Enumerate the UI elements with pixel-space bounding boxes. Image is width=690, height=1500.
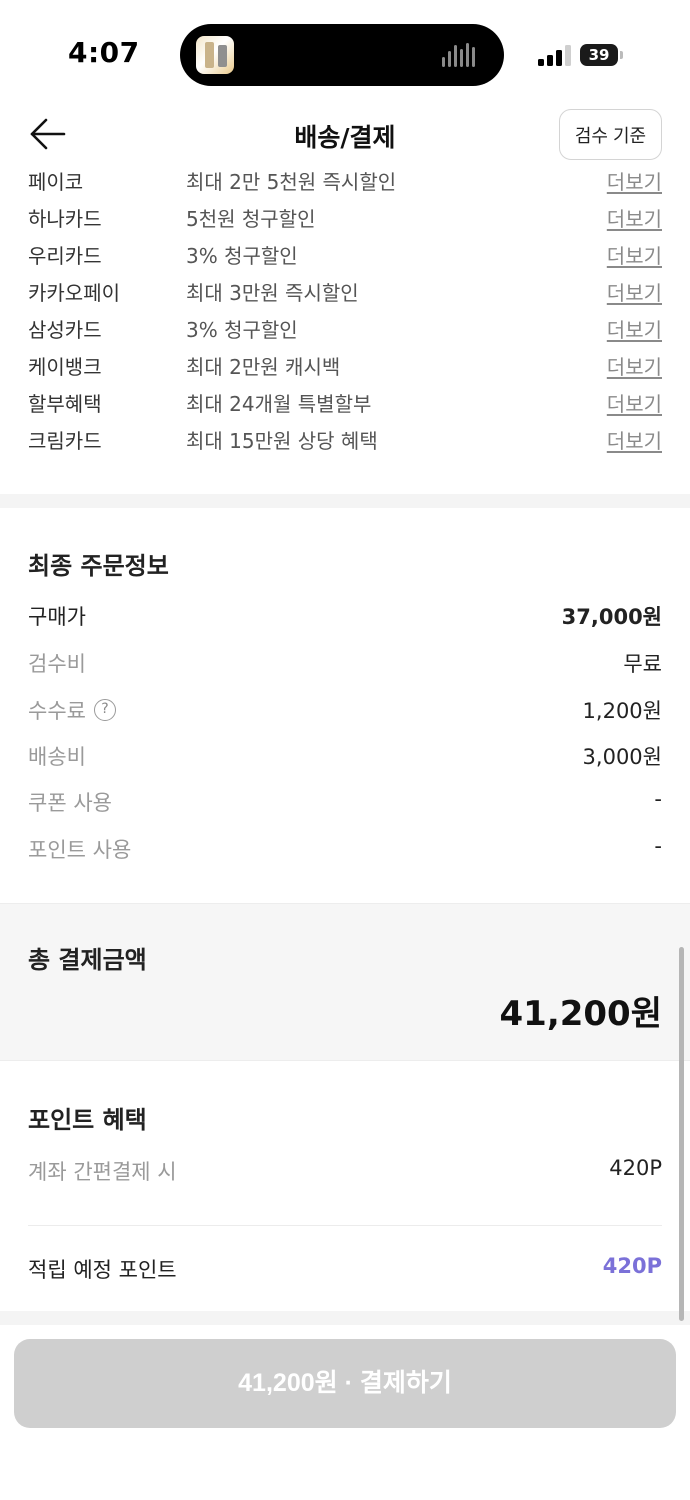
status-bar: 4:07 39 xyxy=(0,0,690,100)
benefit-description: 최대 2만원 캐시백 xyxy=(186,355,341,379)
points-row-label: 계좌 간편결제 시 xyxy=(28,1160,177,1184)
help-question-icon[interactable]: ? xyxy=(93,699,116,721)
benefit-description: 최대 15만원 상당 혜택 xyxy=(186,429,378,453)
benefit-name: 우리카드 xyxy=(28,244,102,268)
benefit-more-link[interactable]: 더보기 xyxy=(607,388,662,417)
order-row-label-wrap: 수수료 ? xyxy=(28,695,116,725)
benefit-more-link[interactable]: 더보기 xyxy=(607,166,662,195)
benefit-description: 최대 2만 5천원 즉시할인 xyxy=(186,170,397,194)
benefit-more-link[interactable]: 더보기 xyxy=(607,203,662,232)
order-row-value: 1,200원 xyxy=(582,699,662,723)
order-row-commission: 수수료 ? 1,200원 xyxy=(0,695,690,729)
benefit-more-link[interactable]: 더보기 xyxy=(607,314,662,343)
benefit-name: 삼성카드 xyxy=(28,318,102,342)
cellular-signal-icon xyxy=(538,44,572,66)
total-payment-amount: 41,200원 xyxy=(499,994,662,1034)
audio-waveform-icon xyxy=(442,43,482,67)
order-row-coupon: 쿠폰 사용 - xyxy=(0,787,690,821)
benefit-row-samsung: 삼성카드 3% 청구할인 더보기 xyxy=(0,312,690,348)
section-divider xyxy=(0,494,690,508)
order-row-value: 무료 xyxy=(623,652,662,676)
battery-icon: 39 xyxy=(580,44,623,66)
scrollbar[interactable] xyxy=(679,947,684,1321)
dynamic-island[interactable] xyxy=(180,24,504,86)
order-row-value: 3,000원 xyxy=(582,745,662,769)
benefit-more-link[interactable]: 더보기 xyxy=(607,425,662,454)
benefit-row-kakaopay: 카카오페이 최대 3만원 즉시할인 더보기 xyxy=(0,275,690,311)
benefit-name: 카카오페이 xyxy=(28,281,120,305)
divider-line xyxy=(28,1225,662,1226)
total-payment-label: 총 결제금액 xyxy=(28,946,147,974)
benefit-row-payco: 페이코 최대 2만 5천원 즉시할인 더보기 xyxy=(0,164,690,200)
order-info-title: 최종 주문정보 xyxy=(28,552,169,580)
benefit-row-hana: 하나카드 5천원 청구할인 더보기 xyxy=(0,201,690,237)
order-row-inspection-fee: 검수비 무료 xyxy=(0,648,690,682)
order-row-label: 구매가 xyxy=(28,605,86,629)
benefit-row-woori: 우리카드 3% 청구할인 더보기 xyxy=(0,238,690,274)
order-row-label: 쿠폰 사용 xyxy=(28,791,112,815)
benefit-name: 페이코 xyxy=(28,170,84,194)
order-row-label: 배송비 xyxy=(28,745,86,769)
section-divider xyxy=(0,1311,690,1325)
expected-points-label: 적립 예정 포인트 xyxy=(28,1258,177,1282)
benefit-row-kream-card: 크림카드 최대 15만원 상당 혜택 더보기 xyxy=(0,423,690,459)
benefit-more-link[interactable]: 더보기 xyxy=(607,351,662,380)
order-row-label: 수수료 xyxy=(28,699,86,723)
expected-points-value: 420P xyxy=(602,1254,662,1278)
order-row-points-used: 포인트 사용 - xyxy=(0,834,690,868)
benefit-description: 최대 24개월 특별할부 xyxy=(186,392,372,416)
inspection-criteria-button[interactable]: 검수 기준 xyxy=(559,109,662,160)
benefit-row-kbank: 케이뱅크 최대 2만원 캐시백 더보기 xyxy=(0,349,690,385)
benefit-row-installment: 할부혜택 최대 24개월 특별할부 더보기 xyxy=(0,386,690,422)
points-row-expected: 적립 예정 포인트 420P xyxy=(0,1254,690,1288)
benefit-name: 할부혜택 xyxy=(28,392,102,416)
order-row-shipping-fee: 배송비 3,000원 xyxy=(0,741,690,775)
order-row-value: - xyxy=(654,834,662,858)
benefit-name: 케이뱅크 xyxy=(28,355,102,379)
order-row-value: - xyxy=(654,787,662,811)
benefit-description: 5천원 청구할인 xyxy=(186,207,316,231)
total-payment-box: 총 결제금액 41,200원 xyxy=(0,903,690,1061)
benefit-description: 3% 청구할인 xyxy=(186,318,298,342)
order-row-value: 37,000원 xyxy=(561,605,662,629)
points-row-account-pay: 계좌 간편결제 시 420P xyxy=(0,1156,690,1190)
pay-button[interactable]: 41,200원 · 결제하기 xyxy=(14,1339,676,1428)
benefit-description: 3% 청구할인 xyxy=(186,244,298,268)
benefit-more-link[interactable]: 더보기 xyxy=(607,277,662,306)
benefit-name: 하나카드 xyxy=(28,207,102,231)
order-row-label: 검수비 xyxy=(28,652,86,676)
header: 배송/결제 검수 기준 xyxy=(0,100,690,166)
benefit-more-link[interactable]: 더보기 xyxy=(607,240,662,269)
order-row-purchase-price: 구매가 37,000원 xyxy=(0,601,690,635)
benefit-name: 크림카드 xyxy=(28,429,102,453)
point-benefits-title: 포인트 혜택 xyxy=(28,1106,147,1134)
benefit-description: 최대 3만원 즉시할인 xyxy=(186,281,359,305)
order-row-label: 포인트 사용 xyxy=(28,838,132,862)
now-playing-thumbnail xyxy=(196,36,234,74)
status-time: 4:07 xyxy=(68,36,140,69)
points-row-value: 420P xyxy=(609,1156,662,1180)
